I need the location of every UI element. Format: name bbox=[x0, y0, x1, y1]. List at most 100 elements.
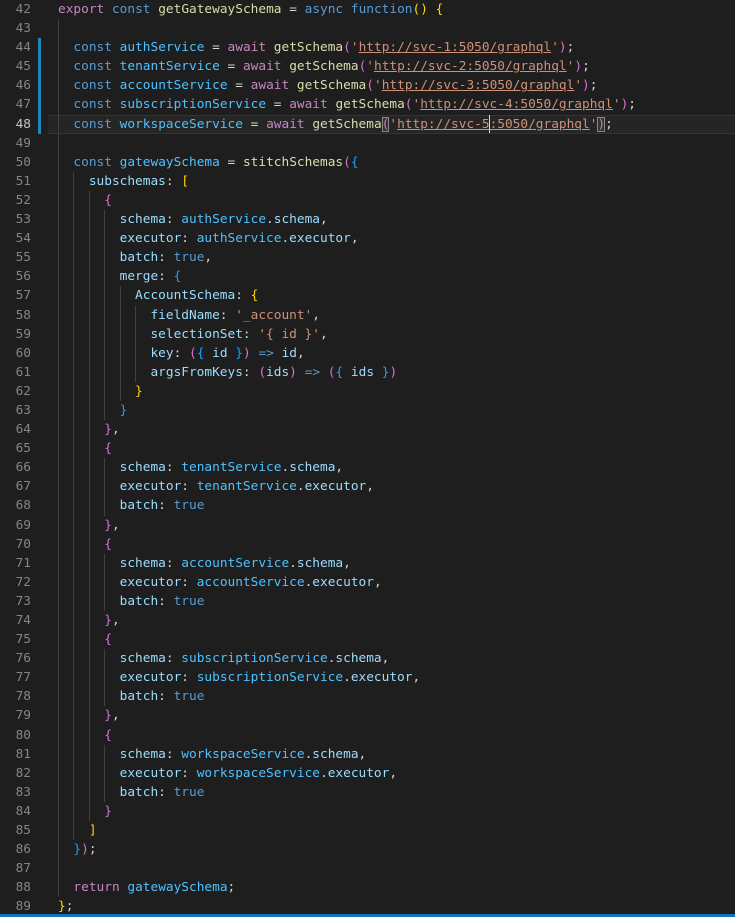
code-content[interactable]: executor: tenantService.executor, bbox=[48, 477, 735, 496]
code-line[interactable]: 81 schema: workspaceService.schema, bbox=[0, 745, 735, 764]
code-content[interactable]: const accountService = await getSchema('… bbox=[48, 76, 735, 95]
line-number[interactable]: 56 bbox=[0, 267, 31, 286]
line-number[interactable]: 67 bbox=[0, 477, 31, 496]
code-content[interactable]: schema: tenantService.schema, bbox=[48, 458, 735, 477]
line-number[interactable]: 59 bbox=[0, 325, 31, 344]
code-line[interactable]: 56 merge: { bbox=[0, 267, 735, 286]
line-number[interactable]: 57 bbox=[0, 286, 31, 305]
code-line[interactable]: 43 bbox=[0, 19, 735, 38]
line-number[interactable]: 43 bbox=[0, 19, 31, 38]
line-number[interactable]: 77 bbox=[0, 668, 31, 687]
code-line[interactable]: 80 { bbox=[0, 726, 735, 745]
code-line[interactable]: 45 const tenantService = await getSchema… bbox=[0, 57, 735, 76]
code-content[interactable]: selectionSet: '{ id }', bbox=[48, 325, 735, 344]
code-line[interactable]: 66 schema: tenantService.schema, bbox=[0, 458, 735, 477]
code-content[interactable]: { bbox=[48, 439, 735, 458]
line-number[interactable]: 44 bbox=[0, 38, 31, 57]
code-line[interactable]: 42 export const getGatewaySchema = async … bbox=[0, 0, 735, 19]
code-content[interactable]: executor: workspaceService.executor, bbox=[48, 764, 735, 783]
code-line[interactable]: 79 }, bbox=[0, 706, 735, 725]
code-content[interactable]: { bbox=[48, 535, 735, 554]
code-line[interactable]: 65 { bbox=[0, 439, 735, 458]
code-content[interactable]: const subscriptionService = await getSch… bbox=[48, 95, 735, 114]
line-number[interactable]: 70 bbox=[0, 535, 31, 554]
line-number[interactable]: 48 bbox=[0, 115, 31, 134]
code-content[interactable]: } bbox=[48, 382, 735, 401]
code-line[interactable]: 88 return gatewaySchema; bbox=[0, 878, 735, 897]
code-line[interactable]: 55 batch: true, bbox=[0, 248, 735, 267]
line-number[interactable]: 86 bbox=[0, 840, 31, 859]
code-line[interactable]: 68 batch: true bbox=[0, 496, 735, 515]
code-line[interactable]: 77 executor: subscriptionService.executo… bbox=[0, 668, 735, 687]
git-modified-indicator[interactable] bbox=[38, 115, 41, 134]
code-line[interactable]: 70 { bbox=[0, 535, 735, 554]
code-content[interactable]: const tenantService = await getSchema('h… bbox=[48, 57, 735, 76]
line-number[interactable]: 55 bbox=[0, 248, 31, 267]
line-number[interactable]: 81 bbox=[0, 745, 31, 764]
code-line[interactable]: 60 key: ({ id }) => id, bbox=[0, 344, 735, 363]
line-number[interactable]: 45 bbox=[0, 57, 31, 76]
code-line[interactable]: 86 }); bbox=[0, 840, 735, 859]
code-content[interactable]: schema: subscriptionService.schema, bbox=[48, 649, 735, 668]
line-number[interactable]: 42 bbox=[0, 0, 31, 19]
code-content[interactable]: argsFromKeys: (ids) => ({ ids }) bbox=[48, 363, 735, 382]
git-modified-indicator[interactable] bbox=[38, 38, 41, 57]
code-content[interactable]: } bbox=[48, 802, 735, 821]
code-line[interactable]: 78 batch: true bbox=[0, 687, 735, 706]
line-number[interactable]: 78 bbox=[0, 687, 31, 706]
code-line[interactable]: 61 argsFromKeys: (ids) => ({ ids }) bbox=[0, 363, 735, 382]
line-number[interactable]: 64 bbox=[0, 420, 31, 439]
code-content[interactable]: executor: subscriptionService.executor, bbox=[48, 668, 735, 687]
code-line[interactable]: 71 schema: accountService.schema, bbox=[0, 554, 735, 573]
code-line[interactable]: 87 bbox=[0, 859, 735, 878]
line-number[interactable]: 54 bbox=[0, 229, 31, 248]
code-content[interactable]: export const getGatewaySchema = async fu… bbox=[48, 0, 735, 19]
line-number[interactable]: 51 bbox=[0, 172, 31, 191]
line-number[interactable]: 65 bbox=[0, 439, 31, 458]
code-line[interactable]: 59 selectionSet: '{ id }', bbox=[0, 325, 735, 344]
code-content[interactable] bbox=[48, 859, 735, 878]
code-line[interactable]: 67 executor: tenantService.executor, bbox=[0, 477, 735, 496]
code-line[interactable]: 54 executor: authService.executor, bbox=[0, 229, 735, 248]
line-number[interactable]: 66 bbox=[0, 458, 31, 477]
code-content[interactable]: subschemas: [ bbox=[48, 172, 735, 191]
line-number[interactable]: 83 bbox=[0, 783, 31, 802]
code-editor[interactable]: 42 export const getGatewaySchema = async … bbox=[0, 0, 735, 917]
line-number[interactable]: 72 bbox=[0, 573, 31, 592]
code-line[interactable]: 50 const gatewaySchema = stitchSchemas({ bbox=[0, 153, 735, 172]
code-content[interactable]: fieldName: '_account', bbox=[48, 306, 735, 325]
line-number[interactable]: 87 bbox=[0, 859, 31, 878]
line-number[interactable]: 80 bbox=[0, 726, 31, 745]
line-number[interactable]: 79 bbox=[0, 706, 31, 725]
code-content[interactable]: batch: true bbox=[48, 783, 735, 802]
code-content[interactable]: schema: authService.schema, bbox=[48, 210, 735, 229]
git-modified-indicator[interactable] bbox=[38, 76, 41, 95]
code-line[interactable]: 72 executor: accountService.executor, bbox=[0, 573, 735, 592]
code-content[interactable]: }, bbox=[48, 516, 735, 535]
code-line[interactable]: 84 } bbox=[0, 802, 735, 821]
git-modified-indicator[interactable] bbox=[38, 95, 41, 114]
line-number[interactable]: 63 bbox=[0, 401, 31, 420]
code-content[interactable]: { bbox=[48, 630, 735, 649]
code-content[interactable]: return gatewaySchema; bbox=[48, 878, 735, 897]
code-line[interactable]: 62 } bbox=[0, 382, 735, 401]
line-number[interactable]: 50 bbox=[0, 153, 31, 172]
code-content[interactable]: const authService = await getSchema('htt… bbox=[48, 38, 735, 57]
code-content[interactable]: key: ({ id }) => id, bbox=[48, 344, 735, 363]
code-content[interactable]: batch: true bbox=[48, 687, 735, 706]
code-line[interactable]: 75 { bbox=[0, 630, 735, 649]
code-content[interactable]: { bbox=[48, 191, 735, 210]
line-number[interactable]: 74 bbox=[0, 611, 31, 630]
line-number[interactable]: 58 bbox=[0, 306, 31, 325]
code-line[interactable]: 69 }, bbox=[0, 516, 735, 535]
line-number[interactable]: 76 bbox=[0, 649, 31, 668]
code-content[interactable]: batch: true bbox=[48, 592, 735, 611]
code-content[interactable]: batch: true bbox=[48, 496, 735, 515]
code-line[interactable]: 57 AccountSchema: { bbox=[0, 286, 735, 305]
line-number[interactable]: 75 bbox=[0, 630, 31, 649]
code-line[interactable]: 52 { bbox=[0, 191, 735, 210]
code-content[interactable]: executor: accountService.executor, bbox=[48, 573, 735, 592]
line-number[interactable]: 82 bbox=[0, 764, 31, 783]
code-content[interactable]: }, bbox=[48, 420, 735, 439]
code-line[interactable]: 46 const accountService = await getSchem… bbox=[0, 76, 735, 95]
